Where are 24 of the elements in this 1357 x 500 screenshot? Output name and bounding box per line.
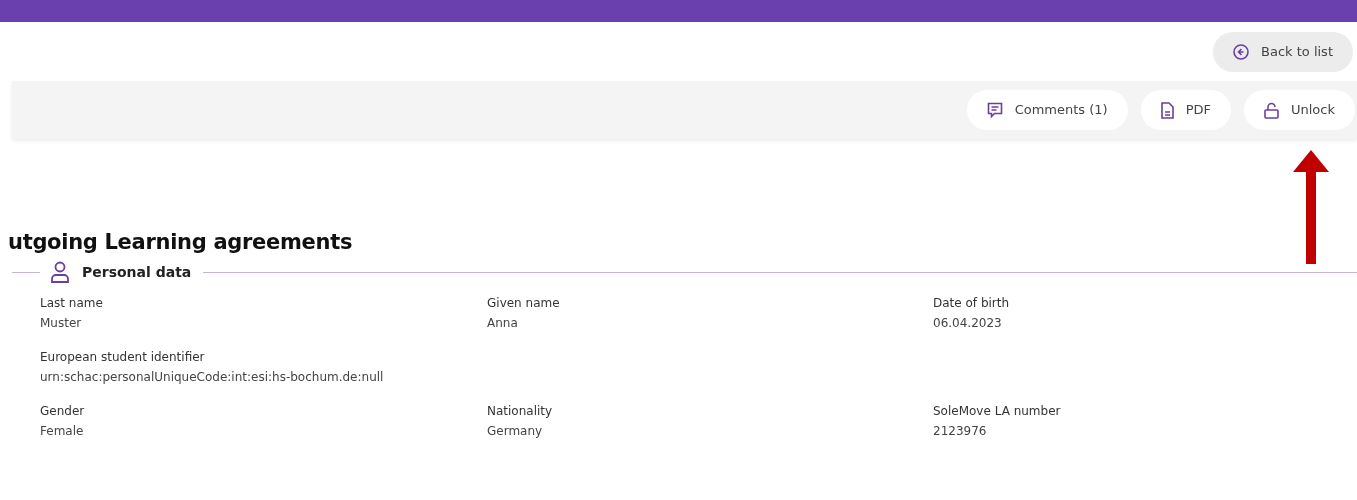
field-label: Last name xyxy=(40,295,104,312)
page-title: utgoing Learning agreements xyxy=(8,229,354,256)
section-title: Personal data xyxy=(82,262,192,282)
field-value: Germany xyxy=(487,423,544,440)
field-label: Gender xyxy=(40,403,86,420)
field-value: Anna xyxy=(487,315,519,332)
pdf-button[interactable]: PDF xyxy=(1140,90,1231,130)
document-icon xyxy=(1160,101,1174,119)
field-value: 2123976 xyxy=(933,423,988,440)
field-label: SoleMove LA number xyxy=(933,403,1062,420)
field-label: European student identifier xyxy=(40,349,206,366)
comments-button[interactable]: Comments (1) xyxy=(966,90,1128,130)
field-label: Date of birth xyxy=(933,295,1011,312)
field-value: urn:schac:personalUniqueCode:int:esi:hs-bochum.de:null xyxy=(40,369,385,386)
back-to-list-button[interactable]: Back to list xyxy=(1213,31,1353,72)
field-value: Muster xyxy=(40,315,83,332)
field-label: Nationality xyxy=(487,403,554,420)
unlock-icon xyxy=(1264,101,1279,119)
person-icon xyxy=(50,261,70,283)
comment-icon xyxy=(986,101,1003,119)
field-value: Female xyxy=(40,423,85,440)
field-value: 06.04.2023 xyxy=(933,315,1003,332)
field-label: Given name xyxy=(487,295,561,312)
unlock-button[interactable]: Unlock xyxy=(1244,90,1355,130)
